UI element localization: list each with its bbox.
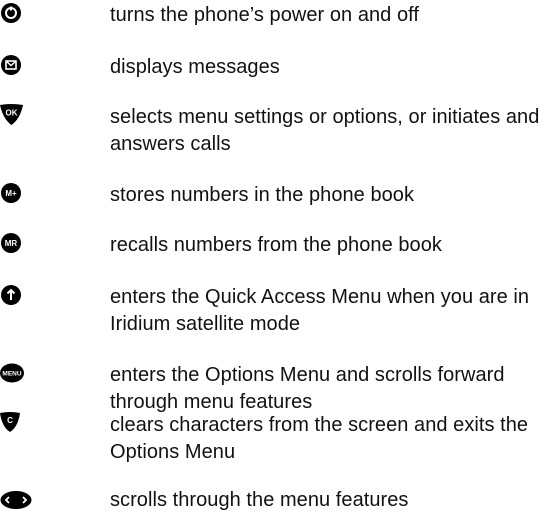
memory-recall-key-icon: MR <box>0 232 30 254</box>
key-description: selects menu settings or options, or ini… <box>110 106 540 155</box>
key-function-list: turns the phone’s power on and off displ… <box>0 0 551 512</box>
memory-store-key-icon: M+ <box>0 182 30 204</box>
key-description: stores numbers in the phone book <box>110 184 415 206</box>
ok-key-icon: OK <box>0 104 30 126</box>
key-description: displays messages <box>110 56 280 78</box>
message-key-icon <box>0 54 30 76</box>
memory-store-key-label: M+ <box>5 189 17 198</box>
key-description: recalls numbers from the phone book <box>110 234 442 256</box>
power-key-icon <box>0 2 30 24</box>
key-description: enters the Options Menu and scrolls forw… <box>110 364 505 413</box>
scroll-key-icon <box>0 489 32 511</box>
key-description: turns the phone’s power on and off <box>110 4 419 26</box>
ok-key-label: OK <box>6 109 18 118</box>
menu-key-icon: MENU <box>0 362 30 384</box>
key-description: enters the Quick Access Menu when you ar… <box>110 286 530 335</box>
memory-recall-key-label: MR <box>5 239 18 248</box>
clear-key-label: C <box>7 416 13 425</box>
quick-access-key-icon <box>0 284 30 306</box>
clear-key-icon: C <box>0 412 30 434</box>
menu-key-label: MENU <box>2 371 21 378</box>
key-description: scrolls through the menu features <box>110 489 409 511</box>
key-description: clears characters from the screen and ex… <box>110 414 529 463</box>
